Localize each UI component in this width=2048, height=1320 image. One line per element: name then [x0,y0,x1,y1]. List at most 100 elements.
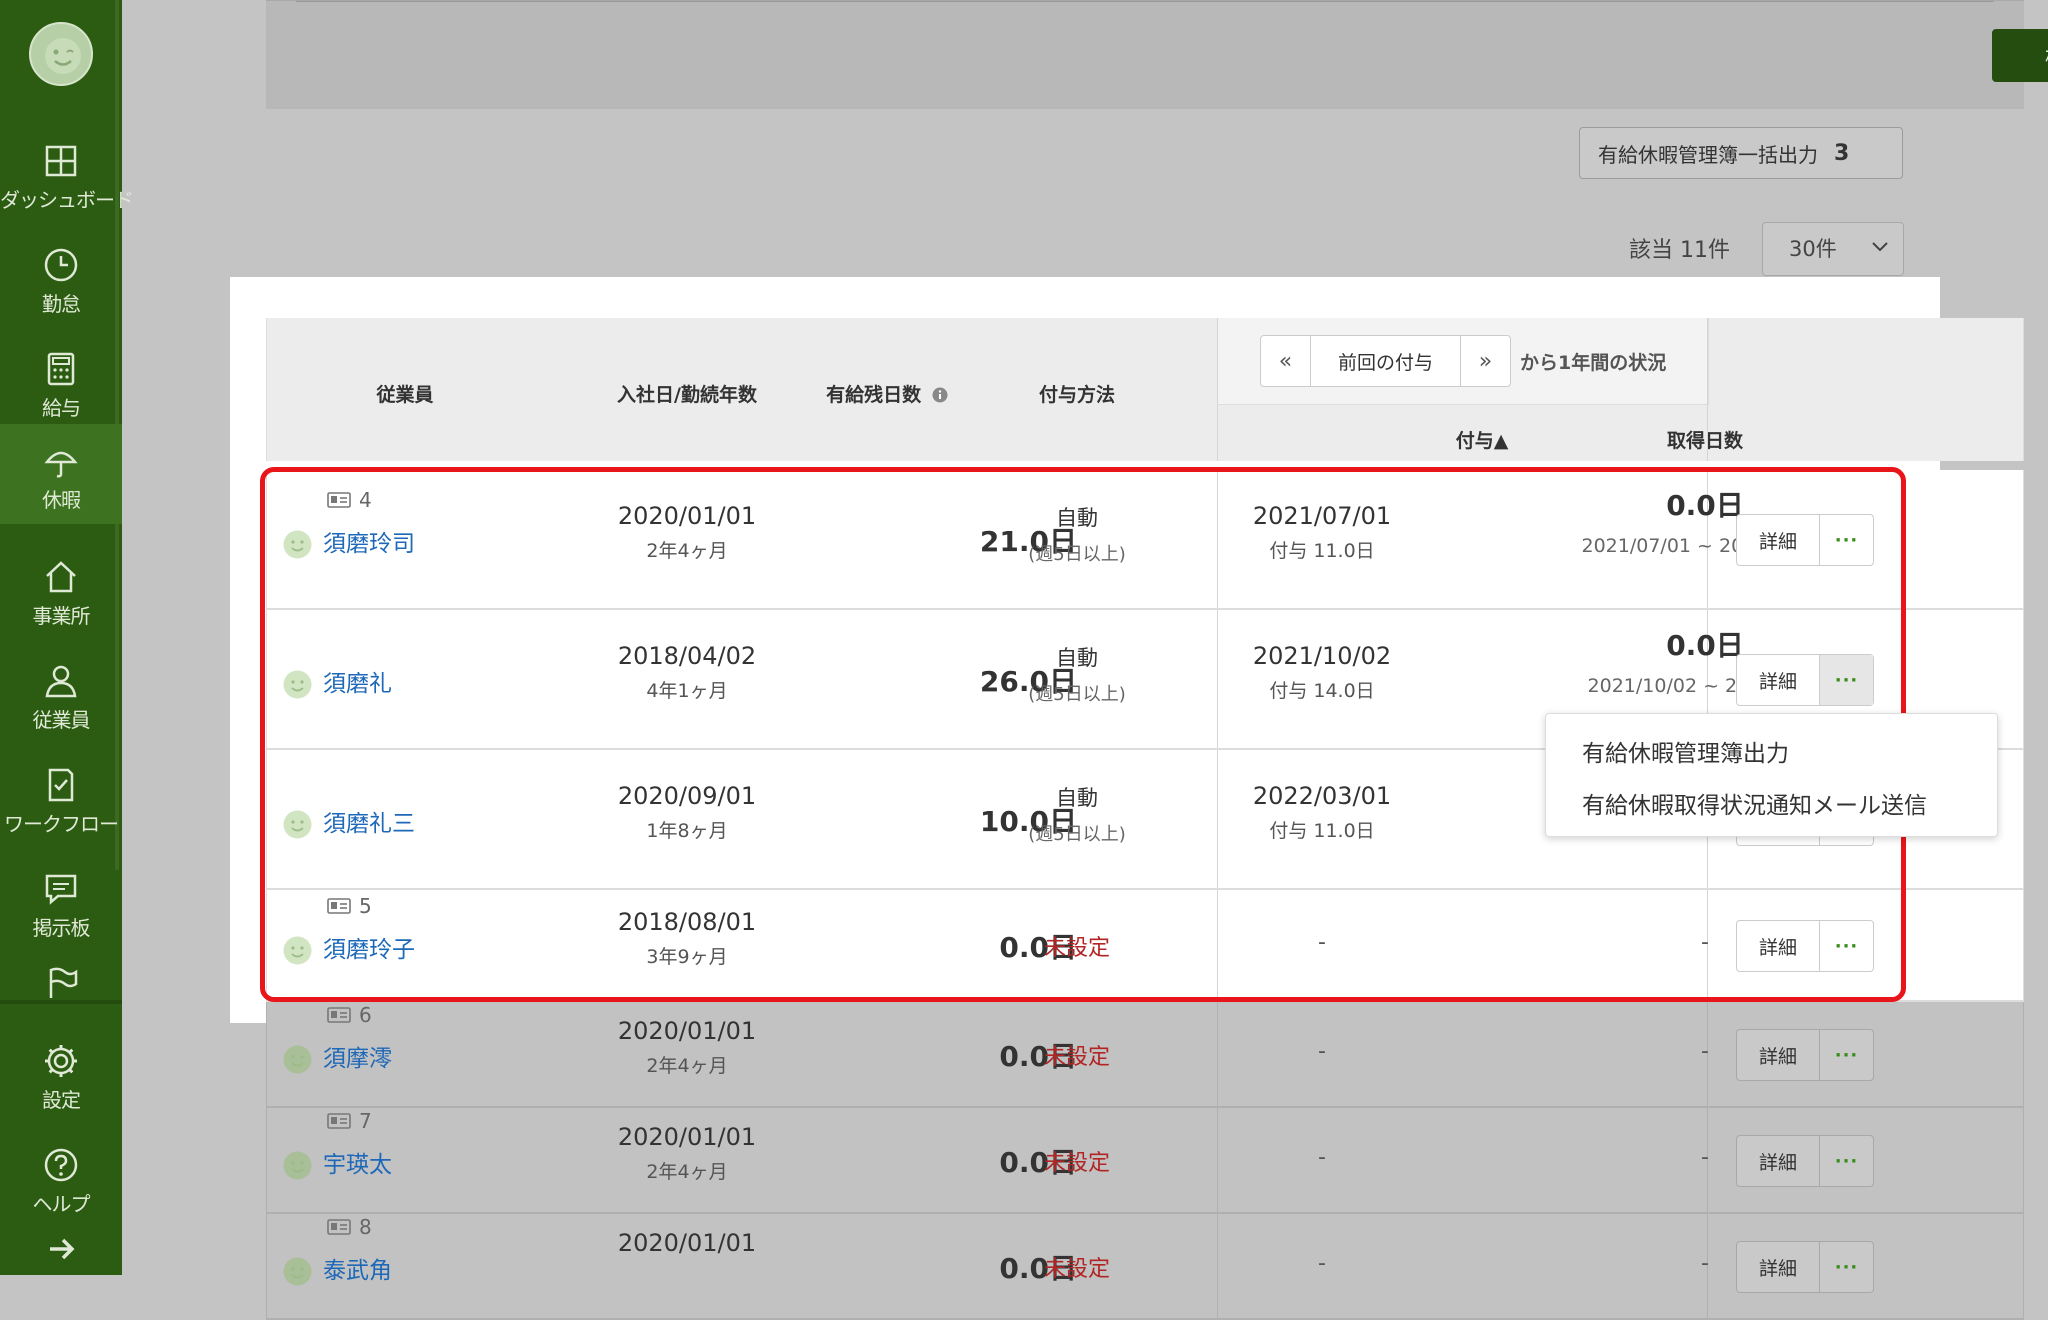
id-card-icon [327,1113,351,1129]
id-card-icon [327,1219,351,1235]
header-method: 付与方法 [1038,384,1115,406]
detail-button[interactable]: 詳細 [1737,1030,1820,1080]
bulk-export-label: 有給休暇管理簿一括出力 [1598,142,1818,167]
more-actions-button[interactable]: ··· [1820,1030,1873,1080]
more-actions-button[interactable]: ··· [1820,1242,1873,1292]
checklist-icon [48,768,74,802]
employee-avatar-icon [283,1045,312,1074]
row-action-menu: 有給休暇管理簿出力 有給休暇取得状況通知メール送信 [1545,713,1998,837]
table-row: 8 泰武角 2020/01/01 0.0日 未設定 - - 詳細 ··· [266,1214,2024,1320]
per-page-select[interactable]: 30件 [1762,222,1904,276]
table-row: 6 須摩澪 2020/01/01 2年4ヶ月 0.0日 未設定 - - 詳細 ··· [266,1002,2024,1108]
period-prev-button[interactable]: « [1261,336,1310,386]
id-card-icon [327,1007,351,1023]
detail-button[interactable]: 詳細 [1737,1136,1820,1186]
bulk-export-button[interactable]: 有給休暇管理簿一括出力 3 [1579,127,1903,179]
employee-number: 6 [327,1003,372,1027]
info-icon[interactable] [932,387,948,403]
header-employee: 従業員 [376,384,434,406]
period-next-button[interactable]: » [1461,336,1510,386]
sidebar-item-label: ヘルプ [32,1192,91,1216]
chevron-down-icon [1872,242,1888,252]
sidebar-item-board[interactable]: 掲示板 [0,852,122,952]
hire-date-cell: 2020/01/01 2年4ヶ月 [587,1017,787,1078]
gear-icon [45,1045,77,1077]
grant-method-unset: 未設定 [1043,1257,1110,1282]
user-avatar[interactable] [29,22,93,86]
main-content: 検索 有給休暇管理簿一括出力 3 該当 11件 30件 従業員 入社日/勤続年数… [122,0,2048,1320]
menu-item-export-ledger[interactable]: 有給休暇管理簿出力 [1582,734,1789,768]
row-divider [1217,1002,1218,1106]
per-page-value: 30件 [1789,237,1837,261]
sidebar-item-payroll[interactable]: 給与 [0,332,122,432]
hire-date: 2020/01/01 [617,1123,757,1151]
period-current-button[interactable]: 前回の付与 [1310,336,1461,386]
sidebar-item-label: 休暇 [42,488,81,512]
sidebar-item-label: 給与 [42,396,81,420]
dashboard-icon [45,145,77,177]
sidebar-item-workflow[interactable]: ワークフロー [0,748,122,848]
person-icon [45,665,77,698]
sidebar-item-label: 掲示板 [32,916,91,940]
sidebar-item-leave[interactable]: 休暇 [0,424,122,524]
sidebar-item-employees[interactable]: 従業員 [0,644,122,744]
hire-date: 2020/01/01 [617,1017,757,1045]
row-action-group: 詳細 ··· [1736,1135,1874,1187]
search-panel-divider [296,1,1994,2]
umbrella-icon [44,451,78,478]
clock-icon [44,248,78,282]
sidebar-item-label: 従業員 [32,708,91,732]
grant-date: - [1318,1251,1326,1276]
sidebar-item-label: 設定 [42,1088,81,1112]
header-remaining: 有給残日数 [797,380,977,407]
grant-date: - [1318,1145,1326,1170]
sidebar-item-attendance[interactable]: 勤怠 [0,228,122,328]
flag-icon [49,967,78,998]
period-selector: « 前回の付与 » から1年間の状況 [1217,318,1709,405]
sidebar-item-help[interactable]: ヘルプ [0,1128,122,1228]
grant-method-unset: 未設定 [1043,1151,1110,1176]
sidebar-item-label: 事業所 [32,604,91,628]
home-icon [46,561,76,593]
hire-date-cell: 2020/01/01 [587,1229,787,1263]
header-grant-sort[interactable]: 付与▲ [1387,426,1577,453]
sidebar-item-settings[interactable]: 設定 [0,1024,122,1124]
header-hire-date: 入社日/勤続年数 [617,384,757,406]
header-divider [1217,318,1218,461]
sidebar-item-label: ダッシュボード [0,188,134,212]
header-divider [1707,318,1708,461]
more-actions-button[interactable]: ··· [1820,1136,1873,1186]
employee-name-link[interactable]: 須摩澪 [323,1039,392,1073]
sidebar-item-office[interactable]: 事業所 [0,540,122,640]
expand-arrow-icon[interactable] [44,1232,78,1266]
search-button[interactable]: 検索 [1992,29,2048,82]
row-divider [1217,1108,1218,1212]
employee-number-value: 7 [359,1109,372,1133]
grant-date: - [1318,1039,1326,1064]
detail-button[interactable]: 詳細 [1737,1242,1820,1292]
sidebar: ダッシュボード 勤怠 給与 休暇 事業所 従業員 ワークフロー 掲示板 設定 ヘ… [0,0,134,1275]
bulk-export-count: 3 [1834,140,1850,166]
sidebar-item-label: 勤怠 [42,292,81,316]
sidebar-item-label: ワークフロー [4,812,119,836]
employee-number-value: 6 [359,1003,372,1027]
hire-date-cell: 2020/01/01 2年4ヶ月 [587,1123,787,1184]
search-panel: 検索 [266,0,2048,109]
employee-avatar-icon [283,1151,312,1180]
leave-table: 従業員 入社日/勤続年数 有給残日数 付与方法 « 前回の付与 » から1年間の… [266,318,2024,461]
employee-number: 7 [327,1109,372,1133]
table-row: 7 宇瑛太 2020/01/01 2年4ヶ月 0.0日 未設定 - - 詳細 ··· [266,1108,2024,1214]
employee-name-link[interactable]: 宇瑛太 [323,1145,392,1179]
grant-method-unset: 未設定 [1043,1045,1110,1070]
employee-number-value: 8 [359,1215,372,1239]
hire-date: 2020/01/01 [617,1229,757,1257]
employee-avatar-icon [283,1257,312,1286]
header-remaining-label: 有給残日数 [826,384,922,406]
employee-name-link[interactable]: 泰武角 [323,1251,392,1285]
row-action-group: 詳細 ··· [1736,1241,1874,1293]
employee-number: 8 [327,1215,372,1239]
menu-item-send-notice-mail[interactable]: 有給休暇取得状況通知メール送信 [1582,786,1927,820]
period-nav: « 前回の付与 » [1260,335,1511,387]
tenure: 2年4ヶ月 [646,1055,728,1077]
sidebar-item-dashboard[interactable]: ダッシュボード [0,124,134,224]
